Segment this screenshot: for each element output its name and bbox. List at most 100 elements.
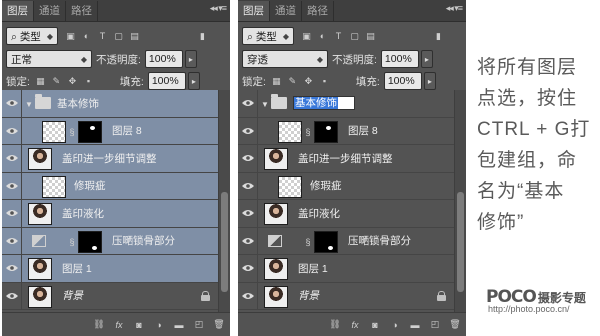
expand-triangle-icon[interactable]: ▼ <box>25 100 33 109</box>
layer-row[interactable]: 盖印进一步细节调整 <box>238 145 454 173</box>
filter-toggle-icon[interactable]: ▮ <box>432 30 445 43</box>
tab-layers[interactable]: 图层 <box>238 1 270 21</box>
layer-row[interactable]: § 压嗮锁骨部分 <box>238 227 454 255</box>
pixel-filter-icon[interactable]: ▣ <box>300 30 313 43</box>
visibility-eye-icon[interactable] <box>238 227 258 254</box>
visibility-eye-icon[interactable] <box>238 255 258 282</box>
link-icon[interactable]: ⛓ <box>328 318 342 332</box>
lock-position-icon[interactable]: ✥ <box>66 75 79 88</box>
lock-transparent-icon[interactable]: ▦ <box>34 75 47 88</box>
type-filter-icon[interactable]: T <box>332 30 345 43</box>
layer-row[interactable]: 图层 1 <box>238 255 454 283</box>
visibility-eye-icon[interactable] <box>238 145 258 172</box>
chain-link-icon[interactable]: § <box>304 236 312 248</box>
scrollbar[interactable] <box>218 90 230 312</box>
filter-toggle-icon[interactable]: ▮ <box>196 30 209 43</box>
tab-layers[interactable]: 图层 <box>2 1 34 21</box>
blend-mode-select[interactable]: 正常 ◆ <box>6 50 92 68</box>
fill-dropdown[interactable]: ▸ <box>423 72 436 90</box>
opacity-dropdown[interactable]: ▸ <box>420 50 433 68</box>
tab-paths[interactable]: 路径 <box>302 1 334 21</box>
visibility-eye-icon[interactable] <box>2 117 22 144</box>
adjustment-filter-icon[interactable]: ◐ <box>80 30 93 43</box>
opacity-dropdown[interactable]: ▸ <box>184 50 197 68</box>
lock-all-icon[interactable]: ▪ <box>82 75 95 88</box>
lock-transparent-icon[interactable]: ▦ <box>270 75 283 88</box>
layer-row[interactable]: 图层 1 <box>2 255 218 283</box>
visibility-eye-icon[interactable] <box>2 255 22 282</box>
scroll-thumb[interactable] <box>221 192 228 292</box>
layer-row[interactable]: 盖印液化 <box>2 200 218 228</box>
smart-filter-icon[interactable]: ▤ <box>128 30 141 43</box>
lock-pixels-icon[interactable]: ✎ <box>50 75 63 88</box>
folder-icon[interactable]: ▬ <box>172 318 186 332</box>
scrollbar[interactable] <box>454 90 466 312</box>
tab-paths[interactable]: 路径 <box>66 1 98 21</box>
visibility-eye-icon[interactable] <box>2 145 22 172</box>
filter-kind-select[interactable]: ⌕ 类型 ◆ <box>242 27 294 45</box>
lock-position-icon[interactable]: ✥ <box>302 75 315 88</box>
visibility-eye-icon[interactable] <box>238 90 258 117</box>
visibility-eye-icon[interactable] <box>2 200 22 227</box>
visibility-eye-icon[interactable] <box>238 200 258 227</box>
new-layer-icon[interactable]: ◰ <box>428 318 442 332</box>
chain-link-icon[interactable]: § <box>68 126 76 138</box>
visibility-eye-icon[interactable] <box>238 117 258 144</box>
scroll-thumb[interactable] <box>457 192 464 292</box>
layer-mask-thumbnail[interactable] <box>78 120 102 143</box>
opacity-input[interactable]: 100% <box>380 50 419 68</box>
layer-row[interactable]: § 图层 8 <box>2 117 218 145</box>
layer-row[interactable]: § 图层 8 <box>238 117 454 145</box>
smart-filter-icon[interactable]: ▤ <box>364 30 377 43</box>
folder-icon[interactable]: ▬ <box>408 318 422 332</box>
tab-channels[interactable]: 通道 <box>34 1 66 21</box>
adjustment-icon[interactable]: ◑ <box>388 318 402 332</box>
lock-all-icon[interactable]: ▪ <box>318 75 331 88</box>
panel-menu-icon[interactable]: ◂◂ ▾≡ <box>210 3 227 14</box>
expand-triangle-icon[interactable]: ▼ <box>261 100 269 109</box>
blend-mode-select[interactable]: 穿透 ◆ <box>242 50 328 68</box>
layer-row[interactable]: ▼ 基本修饰 <box>238 90 454 118</box>
layer-row[interactable]: 盖印液化 <box>238 200 454 228</box>
trash-icon[interactable]: 🗑 <box>448 318 462 332</box>
layer-row[interactable]: 修瑕疵 <box>238 172 454 200</box>
shape-filter-icon[interactable]: ▢ <box>348 30 361 43</box>
lock-pixels-icon[interactable]: ✎ <box>286 75 299 88</box>
visibility-eye-icon[interactable] <box>238 282 258 309</box>
layer-mask-thumbnail[interactable] <box>314 230 338 253</box>
layer-mask-thumbnail[interactable] <box>78 230 102 253</box>
layer-row[interactable]: 背景 <box>238 282 454 310</box>
layer-mask-thumbnail[interactable] <box>314 120 338 143</box>
pixel-filter-icon[interactable]: ▣ <box>64 30 77 43</box>
layer-row[interactable]: 盖印进一步细节调整 <box>2 145 218 173</box>
visibility-eye-icon[interactable] <box>2 172 22 199</box>
mask-icon[interactable]: ◙ <box>368 318 382 332</box>
visibility-eye-icon[interactable] <box>238 172 258 199</box>
shape-filter-icon[interactable]: ▢ <box>112 30 125 43</box>
fx-icon[interactable]: fx <box>112 318 126 332</box>
panel-menu-icon[interactable]: ◂◂ ▾≡ <box>446 3 463 14</box>
new-layer-icon[interactable]: ◰ <box>192 318 206 332</box>
filter-kind-select[interactable]: ⌕ 类型 ◆ <box>6 27 58 45</box>
visibility-eye-icon[interactable] <box>2 90 22 117</box>
layer-row[interactable]: ▼ 基本修饰 <box>2 90 218 118</box>
layer-row[interactable]: § 压嗮锁骨部分 <box>2 227 218 255</box>
fill-dropdown[interactable]: ▸ <box>187 72 200 90</box>
layer-row[interactable]: 背景 <box>2 282 218 310</box>
layer-name-edit-field[interactable]: 基本修饰 <box>293 96 355 110</box>
chain-link-icon[interactable]: § <box>304 126 312 138</box>
tab-channels[interactable]: 通道 <box>270 1 302 21</box>
fx-icon[interactable]: fx <box>348 318 362 332</box>
trash-icon[interactable]: 🗑 <box>212 318 226 332</box>
opacity-input[interactable]: 100% <box>144 50 183 68</box>
type-filter-icon[interactable]: T <box>96 30 109 43</box>
fill-input[interactable]: 100% <box>147 72 186 90</box>
layer-row[interactable]: 修瑕疵 <box>2 172 218 200</box>
mask-icon[interactable]: ◙ <box>132 318 146 332</box>
visibility-eye-icon[interactable] <box>2 282 22 309</box>
fill-input[interactable]: 100% <box>383 72 422 90</box>
visibility-eye-icon[interactable] <box>2 227 22 254</box>
adjustment-filter-icon[interactable]: ◐ <box>316 30 329 43</box>
link-icon[interactable]: ⛓ <box>92 318 106 332</box>
chain-link-icon[interactable]: § <box>68 236 76 248</box>
